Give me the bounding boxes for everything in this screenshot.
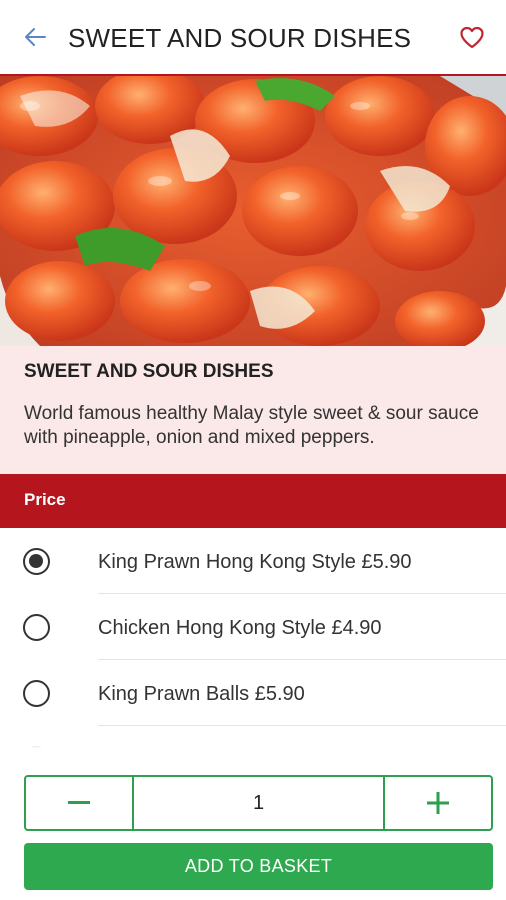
page-title: SWEET AND SOUR DISHES — [68, 23, 412, 53]
dish-description: World famous healthy Malay style sweet &… — [24, 403, 479, 448]
radio-button[interactable] — [23, 614, 50, 641]
increase-quantity-button[interactable] — [385, 777, 491, 829]
option-text: King Prawn Hong Kong Style £5.90 — [98, 551, 412, 573]
option-king-prawn-hong-kong-style[interactable]: King Prawn Hong Kong Style £5.90 — [0, 528, 506, 594]
price-section-header: Price — [0, 474, 506, 528]
arrow-left-icon — [25, 28, 46, 46]
option-chicken-hong-kong-style[interactable]: Chicken Hong Kong Style £4.90 — [0, 594, 506, 660]
favorite-button[interactable] — [456, 22, 488, 54]
price-options-list: King Prawn Hong Kong Style £5.90 Chicken… — [0, 528, 506, 750]
add-to-basket-button[interactable]: ADD TO BASKET — [24, 843, 493, 890]
quantity-value[interactable]: 1 — [132, 777, 385, 829]
option-king-prawn-balls[interactable]: King Prawn Balls £5.90 — [0, 660, 506, 726]
dish-image — [0, 76, 506, 346]
heart-outline-icon — [460, 26, 484, 49]
app-header: SWEET AND SOUR DISHES — [0, 0, 506, 76]
dish-info: SWEET AND SOUR DISHES World famous healt… — [0, 346, 506, 474]
quantity-stepper: 1 — [24, 775, 493, 831]
radio-button-selected[interactable] — [23, 548, 50, 575]
back-button[interactable] — [20, 22, 50, 52]
list-fade — [0, 735, 506, 751]
dish-title: SWEET AND SOUR DISHES — [24, 361, 274, 382]
plus-icon — [427, 792, 449, 814]
minus-icon — [68, 801, 90, 804]
decrease-quantity-button[interactable] — [26, 777, 132, 829]
price-label: Price — [24, 490, 66, 509]
option-text: Chicken Hong Kong Style £4.90 — [98, 617, 382, 639]
radio-button[interactable] — [23, 680, 50, 707]
option-text: King Prawn Balls £5.90 — [98, 683, 305, 705]
